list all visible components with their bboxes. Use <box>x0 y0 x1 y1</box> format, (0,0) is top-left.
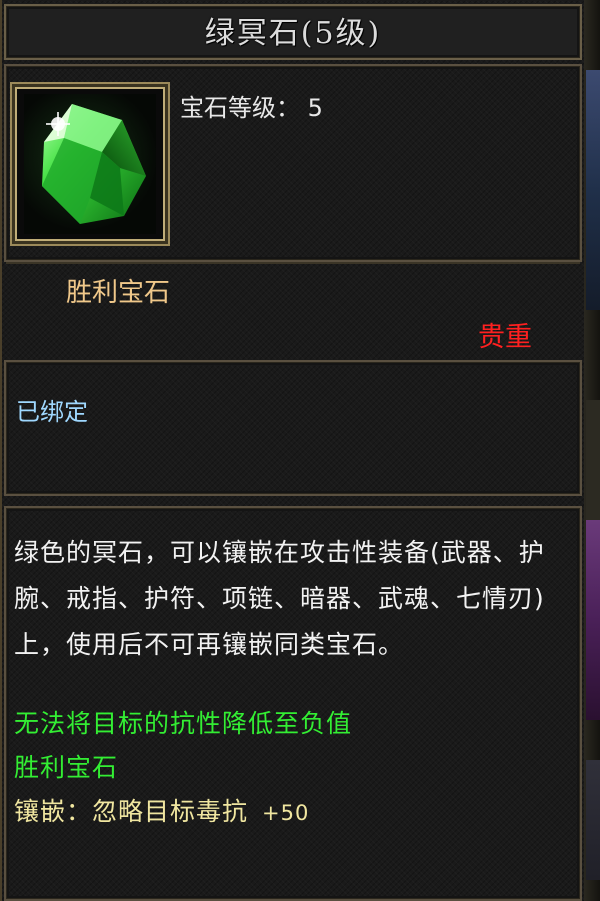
divider <box>6 262 580 264</box>
background-panel <box>586 520 600 720</box>
gem-level-value: 5 <box>307 94 323 122</box>
bind-status: 已绑定 <box>16 398 88 426</box>
green-gem-icon <box>24 94 156 234</box>
item-description: 绿色的冥石，可以镶嵌在攻击性装备(武器、护腕、戒指、护符、项链、暗器、武魂、七情… <box>14 538 545 659</box>
inlay-value: +50 <box>262 801 310 825</box>
set-name: 胜利宝石 <box>14 753 119 782</box>
item-icon-frame <box>10 82 170 246</box>
effect-line: 无法将目标的抗性降低至负值 <box>14 709 353 738</box>
background-panel <box>586 70 600 310</box>
quality-badge: 贵重 <box>478 322 532 353</box>
background-panel <box>586 400 600 520</box>
gem-level: 宝石等级： 5 <box>180 88 323 123</box>
item-tooltip: 绿冥石(5级) 宝石等级： 5 胜利宝石 贵重 已绑定 绿色的冥石，可以镶嵌在攻… <box>0 0 584 901</box>
gem-level-label: 宝石等级： <box>180 94 300 122</box>
item-title: 绿冥石(5级) <box>204 16 382 51</box>
bind-panel <box>4 360 582 496</box>
inlay-effect: 镶嵌：忽略目标毒抗 +50 <box>14 792 309 828</box>
gem-type-name: 胜利宝石 <box>66 278 171 308</box>
inlay-label: 镶嵌：忽略目标毒抗 <box>14 797 249 826</box>
background-panel <box>586 760 600 880</box>
